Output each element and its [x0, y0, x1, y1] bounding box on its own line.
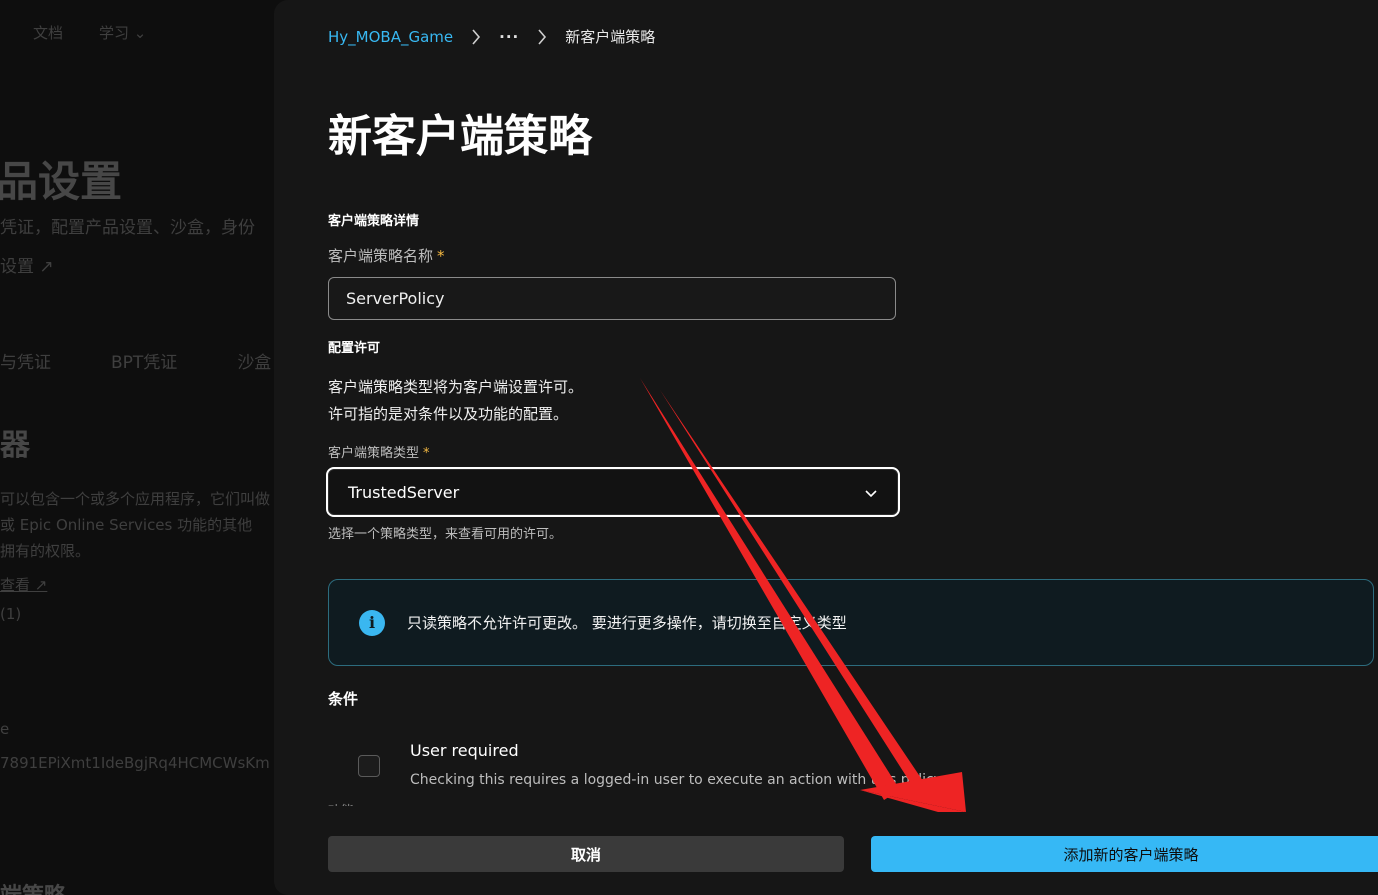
policy-name-input[interactable] — [328, 277, 896, 320]
background-nav-learn: 学习 ⌄ — [99, 24, 147, 42]
user-required-description: Checking this requires a logged-in user … — [410, 772, 945, 788]
background-heading: 品设置 — [0, 157, 123, 206]
background-tabs: 与凭证 BPT凭证 沙盒 — [0, 348, 271, 373]
background-nav-docs: 文档 — [33, 24, 64, 42]
background-nav: 文档 学习 ⌄ — [33, 22, 146, 43]
policy-type-label: 客户端策略类型 * — [328, 442, 430, 461]
policy-type-helper-text: 选择一个策略类型，来查看可用的许可。 — [328, 527, 563, 542]
page-title: 新客户端策略 — [328, 111, 592, 162]
user-required-title: User required — [410, 741, 519, 760]
permissions-desc-line: 许可指的是对条件以及功能的配置。 — [328, 405, 569, 423]
background-tab: BPT凭证 — [111, 353, 178, 373]
background-label: e — [0, 720, 10, 738]
conditions-title: 条件 — [328, 690, 359, 708]
background-tab: 沙盒 — [237, 353, 272, 373]
policy-type-label-text: 客户端策略类型 — [328, 446, 420, 461]
breadcrumb-more-button[interactable]: ··· — [499, 28, 519, 46]
permissions-desc-line: 客户端策略类型将为客户端设置许可。 — [328, 378, 584, 396]
background-footer-heading: 端策略 — [0, 878, 66, 895]
policy-type-select[interactable]: TrustedServer — [326, 467, 900, 517]
chevron-right-icon — [471, 28, 481, 46]
add-client-policy-button[interactable]: 添加新的客户端策略 — [871, 836, 1378, 872]
breadcrumb-root-link[interactable]: Hy_MOBA_Game — [328, 28, 453, 46]
cut-off-section-label: 功能 — [328, 800, 354, 806]
background-para-line: 拥有的权限。 — [0, 542, 91, 560]
background-page: 文档 学习 ⌄ 品设置 凭证，配置产品设置、沙盒，身份 设置 ↗ 与凭证 BPT… — [0, 0, 280, 895]
policy-type-selected-value: TrustedServer — [348, 482, 460, 502]
background-subtitle: 凭证，配置产品设置、沙盒，身份 — [0, 218, 255, 238]
background-paragraph: 可以包含一个或多个应用程序，它们叫做 或 Epic Online Service… — [0, 486, 270, 564]
background-para-line: 或 Epic Online Services 功能的其他 — [0, 516, 253, 534]
info-icon: i — [359, 609, 385, 636]
breadcrumb: Hy_MOBA_Game ··· 新客户端策略 — [328, 26, 655, 47]
permissions-description: 客户端策略类型将为客户端设置许可。 许可指的是对条件以及功能的配置。 — [328, 374, 583, 428]
breadcrumb-current: 新客户端策略 — [565, 28, 656, 46]
chevron-down-icon — [864, 483, 878, 502]
new-client-policy-drawer: Hy_MOBA_Game ··· 新客户端策略 新客户端策略 客户端策略详情 客… — [274, 0, 1378, 895]
details-section-label: 客户端策略详情 — [328, 214, 420, 229]
background-tab: 与凭证 — [0, 353, 51, 373]
chevron-right-icon — [537, 28, 547, 46]
background-section-heading: 器 — [0, 428, 30, 463]
permissions-section-label: 配置许可 — [328, 341, 381, 356]
required-mark: * — [437, 247, 445, 265]
background-para-line: 可以包含一个或多个应用程序，它们叫做 — [0, 490, 271, 508]
policy-name-label: 客户端策略名称 * — [328, 245, 445, 266]
alert-text: 只读策略不允许许可更改。 要进行更多操作，请切换至自定义类型 — [407, 614, 847, 632]
required-mark: * — [423, 446, 430, 461]
cancel-button[interactable]: 取消 — [328, 836, 844, 872]
background-count: (1) — [0, 605, 22, 623]
read-only-info-alert: i 只读策略不允许许可更改。 要进行更多操作，请切换至自定义类型 — [328, 579, 1374, 666]
background-link: 设置 ↗ — [0, 257, 54, 277]
background-link-view: 查看 ↗ — [0, 576, 48, 594]
background-id: 7891EPiXmt1IdeBgjRq4HCMCWsKm — [0, 754, 270, 772]
user-required-checkbox[interactable] — [358, 755, 380, 777]
policy-name-label-text: 客户端策略名称 — [328, 247, 434, 265]
drawer-footer: 取消 添加新的客户端策略 — [274, 820, 1378, 895]
